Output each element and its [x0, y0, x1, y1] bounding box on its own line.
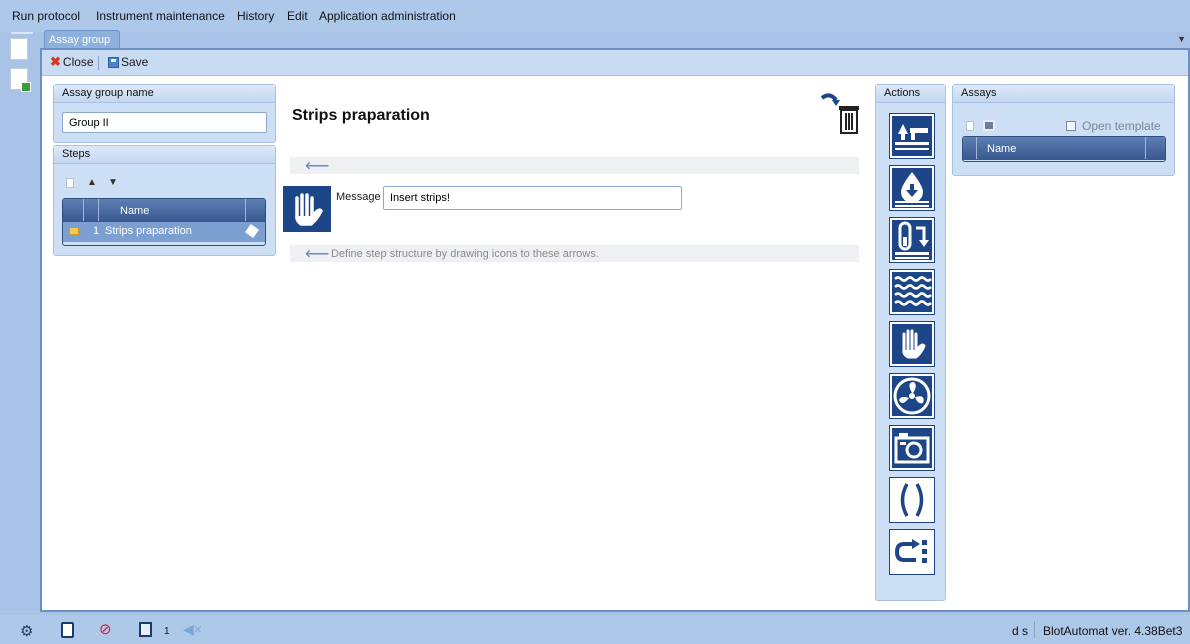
tab-assay-group[interactable]: Assay group — [44, 30, 120, 50]
move-up-icon[interactable]: ▲ — [87, 177, 97, 188]
menu-history[interactable]: History — [237, 9, 274, 23]
table-row[interactable]: 1 Strips praparation — [63, 222, 265, 242]
assay-group-header: Assay group name — [54, 85, 275, 103]
left-arrow-icon: ⟵ — [305, 156, 330, 175]
step-name: Strips praparation — [105, 225, 192, 237]
structure-hint: Define step structure by drawing icons t… — [331, 248, 599, 260]
print-icon[interactable] — [983, 120, 995, 131]
assays-grid: Name — [962, 136, 1166, 162]
tab-dropdown-icon[interactable]: ▼ — [1177, 34, 1186, 44]
menu-application-administration[interactable]: Application administration — [319, 9, 456, 23]
folder-icon — [69, 227, 79, 235]
parenthesis-group-icon[interactable] — [890, 478, 934, 522]
steps-header: Steps — [54, 146, 275, 164]
eraser-icon[interactable] — [245, 224, 259, 238]
save-label: Save — [121, 55, 149, 69]
actions-panel: Actions — [875, 84, 946, 601]
grip-icon — [11, 32, 33, 34]
close-label: Close — [62, 55, 94, 69]
open-template-button[interactable]: Open template — [1066, 119, 1161, 133]
menu-instrument-maintenance[interactable]: Instrument maintenance — [96, 9, 225, 23]
assays-column-name: Name — [987, 143, 1017, 155]
exit-document-icon[interactable] — [10, 68, 31, 92]
message-label: Message — [336, 191, 381, 203]
menu-run-protocol[interactable]: Run protocol — [12, 9, 80, 23]
template-icon — [1066, 121, 1076, 131]
left-launcher — [0, 32, 40, 614]
left-arrow-icon: ⟵ — [305, 244, 330, 263]
new-step-icon[interactable] — [66, 178, 74, 188]
status-bar: ⚙ ⊘ 1 ◀× d s BlotAutomat ver. 4.38Bet3 — [0, 615, 1190, 644]
assays-header: Assays — [953, 85, 1174, 103]
tube-transfer-icon[interactable] — [890, 218, 934, 262]
toolbar: ✖ Close Save — [42, 50, 1188, 76]
message-input[interactable] — [383, 186, 682, 210]
new-assay-icon[interactable] — [966, 121, 974, 131]
close-button[interactable]: ✖ Close — [50, 55, 94, 69]
assays-panel: Assays Open template Name — [952, 84, 1175, 176]
status-separator — [1034, 621, 1035, 638]
steps-grid: Name 1 Strips praparation — [62, 198, 266, 246]
dispense-drop-icon[interactable] — [890, 166, 934, 210]
move-down-icon[interactable]: ▼ — [108, 177, 118, 188]
actions-header: Actions — [876, 85, 945, 103]
notifications-count: 1 — [164, 626, 170, 637]
trash-drop-icon[interactable] — [818, 90, 862, 136]
hand-action-icon[interactable] — [890, 322, 934, 366]
hand-message-icon[interactable] — [283, 186, 331, 232]
app-version: BlotAutomat ver. 4.38Bet3 — [1043, 624, 1183, 638]
save-icon — [108, 56, 119, 68]
step-title: Strips praparation — [292, 107, 430, 124]
toolbar-separator — [98, 56, 99, 70]
assay-group-name-input[interactable] — [62, 112, 267, 133]
bottle-icon[interactable] — [61, 622, 74, 638]
loop-repeat-icon[interactable] — [890, 530, 934, 574]
menu-bar: Run protocol Instrument maintenance Hist… — [0, 0, 1190, 32]
steps-column-name: Name — [120, 205, 150, 217]
sound-muted-icon[interactable]: ◀× — [183, 621, 202, 638]
top-drop-arrow[interactable]: ⟵ — [290, 156, 859, 175]
aspirate-icon[interactable] — [890, 114, 934, 158]
syringe-blocked-icon[interactable]: ⊘ — [99, 620, 112, 638]
steps-grid-header: Name — [63, 199, 265, 222]
wave-incubation-icon[interactable] — [890, 270, 934, 314]
new-document-icon[interactable] — [10, 38, 28, 60]
camera-icon[interactable] — [890, 426, 934, 470]
open-template-label: Open template — [1082, 119, 1161, 133]
assays-grid-header: Name — [963, 137, 1165, 160]
bottom-drop-arrow[interactable]: ⟵ Define step structure by drawing icons… — [290, 244, 859, 263]
save-button[interactable]: Save — [108, 55, 148, 69]
fan-drying-icon[interactable] — [890, 374, 934, 418]
menu-edit[interactable]: Edit — [287, 9, 308, 23]
current-user: d s — [1012, 624, 1029, 638]
step-number: 1 — [93, 225, 100, 237]
close-icon: ✖ — [50, 54, 61, 69]
settings-gear-icon[interactable]: ⚙ — [20, 622, 33, 640]
tab-strip: Assay group ▼ — [44, 30, 1190, 50]
notifications-icon[interactable] — [139, 622, 152, 637]
